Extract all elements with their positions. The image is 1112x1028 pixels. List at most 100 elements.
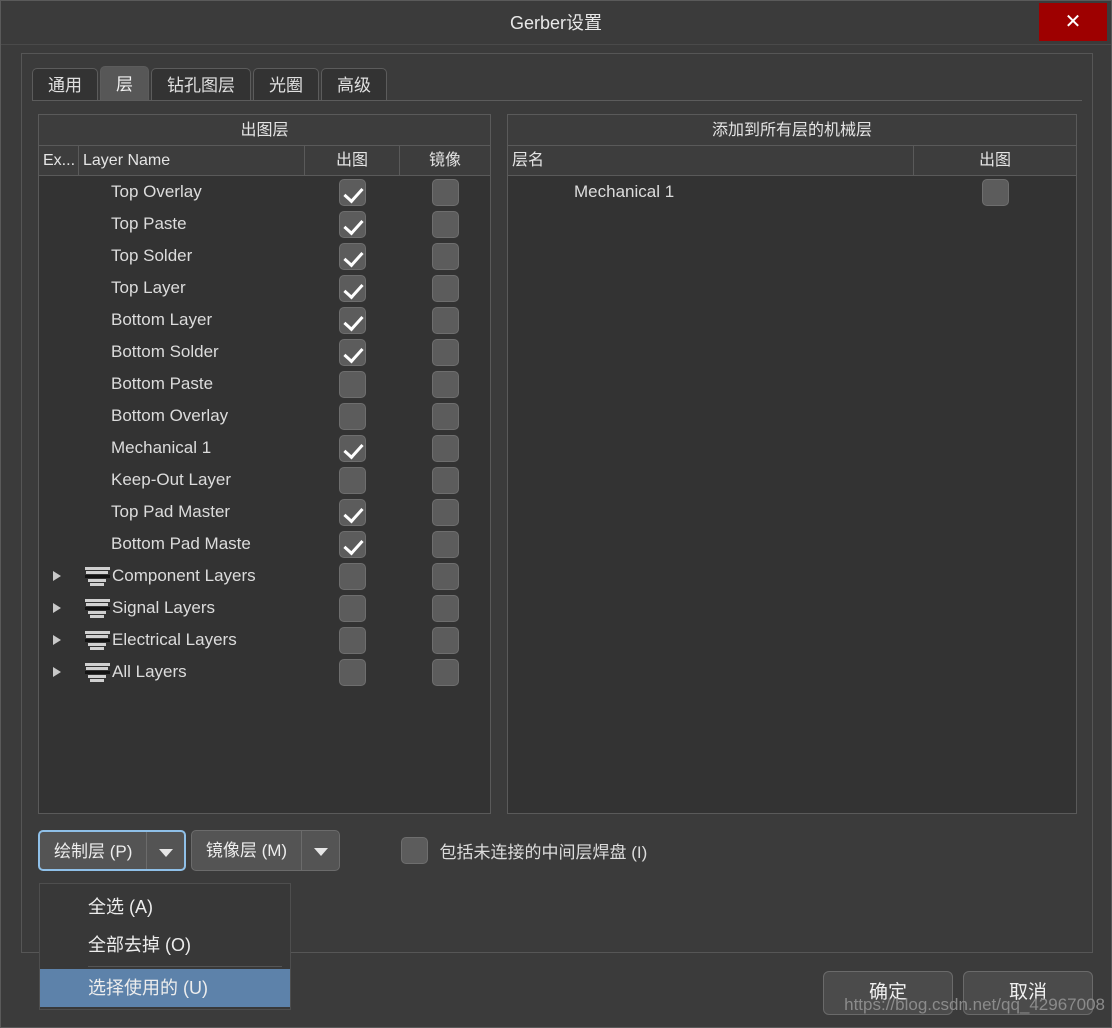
chevron-right-icon[interactable] (53, 571, 61, 581)
tab-4[interactable]: 高级 (321, 68, 387, 101)
plot-checkbox[interactable] (339, 370, 366, 398)
mirror-checkbox[interactable] (431, 274, 459, 302)
plot-checkbox[interactable] (339, 658, 366, 686)
plot-checkbox[interactable] (339, 466, 366, 494)
tab-1[interactable]: 层 (100, 66, 149, 101)
plot-checkbox[interactable] (339, 242, 366, 270)
table-row[interactable]: Component Layers (39, 560, 490, 592)
mirror-cell (400, 434, 490, 462)
mirror-checkbox[interactable] (431, 178, 459, 206)
mirror-cell (400, 370, 490, 398)
table-row[interactable]: Electrical Layers (39, 624, 490, 656)
include-unconnected-pads-row[interactable]: 包括未连接的中间层焊盘 (I) (400, 830, 647, 871)
expander-cell (39, 336, 79, 368)
plot-cell (305, 434, 400, 462)
table-row[interactable]: Top Layer (39, 272, 490, 304)
menu-item-2[interactable]: 选择使用的 (U) (40, 969, 290, 1007)
table-row[interactable]: Signal Layers (39, 592, 490, 624)
mirror-checkbox[interactable] (431, 402, 459, 430)
plot-checkbox[interactable] (339, 594, 366, 622)
table-row[interactable]: Mechanical 1 (39, 432, 490, 464)
mirror-checkbox[interactable] (431, 466, 459, 494)
tab-label: 通用 (48, 76, 82, 95)
mirror-checkbox[interactable] (431, 562, 459, 590)
chevron-down-icon[interactable] (146, 832, 184, 869)
cancel-button[interactable]: 取消 (963, 971, 1093, 1015)
mechanical-layers-panel: 添加到所有层的机械层 层名 出图 Mechanical 1 (507, 114, 1077, 814)
layer-name-cell: Keep-Out Layer (79, 470, 305, 490)
mirror-cell (400, 594, 490, 622)
plot-checkbox[interactable] (339, 562, 366, 590)
table-row[interactable]: All Layers (39, 656, 490, 688)
plot-checkbox[interactable] (339, 498, 366, 526)
chevron-right-icon[interactable] (53, 635, 61, 645)
plot-cell (305, 274, 400, 302)
plot-checkbox[interactable] (339, 178, 366, 206)
plot-checkbox[interactable] (339, 434, 366, 462)
mirror-checkbox[interactable] (431, 242, 459, 270)
menu-item-1[interactable]: 全部去掉 (O) (40, 926, 290, 964)
expander-cell (39, 208, 79, 240)
close-icon[interactable]: ✕ (1039, 3, 1107, 41)
table-row[interactable]: Top Paste (39, 208, 490, 240)
table-row[interactable]: Bottom Pad Maste (39, 528, 490, 560)
plot-layers-button[interactable]: 绘制层 (P) (38, 830, 187, 871)
tab-3[interactable]: 光圈 (253, 68, 319, 101)
table-row[interactable]: Mechanical 1 (508, 176, 1076, 208)
table-row[interactable]: Top Solder (39, 240, 490, 272)
dialog-footer: 确定 取消 (823, 971, 1093, 1015)
include-unconnected-pads-checkbox[interactable] (400, 837, 428, 864)
layer-name-label: Top Paste (111, 214, 187, 233)
plot-layers-column-headers: Ex... Layer Name 出图 镜像 (39, 146, 490, 176)
mirror-checkbox[interactable] (431, 434, 459, 462)
chevron-right-icon[interactable] (53, 667, 61, 677)
tab-2[interactable]: 钻孔图层 (151, 68, 251, 101)
table-row[interactable]: Keep-Out Layer (39, 464, 490, 496)
table-row[interactable]: Bottom Paste (39, 368, 490, 400)
table-row[interactable]: Bottom Layer (39, 304, 490, 336)
mirror-checkbox[interactable] (431, 210, 459, 238)
mechanical-layers-rows: Mechanical 1 (508, 176, 1076, 208)
dialog-body: 通用 层 钻孔图层 光圈 高级 出图层 Ex... Layer Name 出图 镜像 T… (21, 53, 1093, 953)
plot-checkbox[interactable] (339, 402, 366, 430)
plot-checkbox[interactable] (339, 338, 366, 366)
layer-name-cell: Top Pad Master (79, 502, 305, 522)
layer-group-icon (85, 598, 110, 618)
ok-button[interactable]: 确定 (823, 971, 953, 1015)
mirror-checkbox[interactable] (431, 530, 459, 558)
mirror-checkbox[interactable] (431, 370, 459, 398)
chevron-right-icon[interactable] (53, 603, 61, 613)
plot-cell (305, 466, 400, 494)
plot-layers-panel: 出图层 Ex... Layer Name 出图 镜像 Top Overlay To… (38, 114, 491, 814)
mirror-layers-button[interactable]: 镜像层 (M) (190, 830, 341, 871)
plot-checkbox[interactable] (339, 626, 366, 654)
layer-name-cell: Electrical Layers (79, 630, 305, 650)
table-row[interactable]: Top Overlay (39, 176, 490, 208)
layer-swatch-icon (85, 315, 109, 326)
tab-label: 光圈 (269, 76, 303, 95)
mirror-checkbox[interactable] (431, 338, 459, 366)
layer-name-label: Top Solder (111, 246, 193, 265)
plot-checkbox[interactable] (339, 306, 366, 334)
table-row[interactable]: Top Pad Master (39, 496, 490, 528)
plot-cell (305, 338, 400, 366)
table-row[interactable]: Bottom Solder (39, 336, 490, 368)
mirror-cell (400, 306, 490, 334)
menu-item-0[interactable]: 全选 (A) (40, 888, 290, 926)
plot-checkbox[interactable] (339, 274, 366, 302)
plot-checkbox[interactable] (981, 178, 1009, 206)
table-row[interactable]: Bottom Overlay (39, 400, 490, 432)
tab-0[interactable]: 通用 (32, 68, 98, 101)
layer-name-label: Mechanical 1 (574, 182, 675, 201)
expander-cell (39, 304, 79, 336)
plot-cell (305, 178, 400, 206)
mirror-checkbox[interactable] (431, 306, 459, 334)
plot-checkbox[interactable] (339, 210, 366, 238)
mirror-checkbox[interactable] (431, 626, 459, 654)
expander-cell (39, 272, 79, 304)
plot-checkbox[interactable] (339, 530, 366, 558)
mirror-checkbox[interactable] (431, 498, 459, 526)
mirror-checkbox[interactable] (431, 658, 459, 686)
chevron-down-icon-mirror[interactable] (301, 831, 339, 870)
mirror-checkbox[interactable] (431, 594, 459, 622)
